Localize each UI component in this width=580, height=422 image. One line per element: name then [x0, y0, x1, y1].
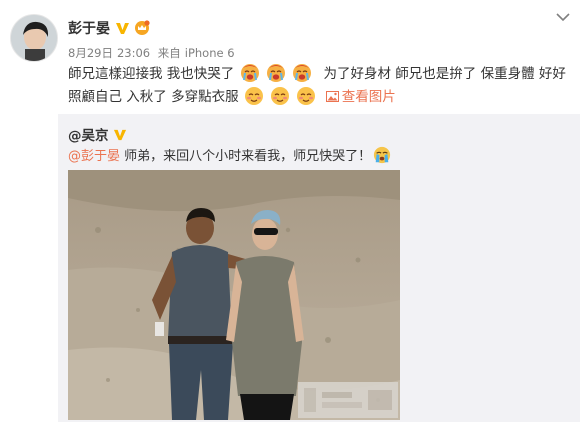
- author-row: 彭于晏: [68, 17, 150, 39]
- original-post-text: @彭于晏 师弟，来回八个小时来看我，师兄快哭了！: [68, 146, 391, 167]
- post-meta: 8月29日 23:06 来自 iPhone 6: [68, 45, 239, 61]
- post-text-segment: 为了好身材 師兄也是拚了 保重身體 好好: [323, 66, 566, 82]
- chevron-down-icon[interactable]: [556, 12, 570, 22]
- post-date[interactable]: 8月29日: [68, 46, 113, 60]
- verified-v-icon: [115, 21, 130, 36]
- post-text-line-1: 師兄這樣迎接我 我也快哭了 为了好身材 師兄也是拚了 保重身體 好好: [68, 63, 573, 86]
- crying-emoji-icon: [292, 63, 312, 83]
- view-picture-link[interactable]: 查看图片: [325, 89, 396, 105]
- verified-v-icon: [113, 127, 127, 141]
- vip-crown-icon[interactable]: [134, 20, 150, 36]
- author-name[interactable]: 彭于晏: [68, 18, 110, 38]
- repost-box: @吴京 @彭于晏 师弟，来回八个小时来看我，师兄快哭了！: [58, 114, 580, 422]
- post-text-line-2: 照顧自己 入秋了 多穿點衣服 查看图片: [68, 86, 573, 109]
- post-text: 師兄這樣迎接我 我也快哭了 为了好身材 師兄也是拚了 保重身體 好好 照顧自己 …: [68, 63, 573, 109]
- post-text-segment: 照顧自己 入秋了 多穿點衣服: [68, 89, 239, 105]
- post-text-segment: 師兄這樣迎接我 我也快哭了: [68, 66, 235, 82]
- blushing-emoji-icon: [270, 86, 290, 106]
- original-author-row: @吴京: [68, 124, 127, 144]
- avatar[interactable]: [10, 14, 58, 62]
- post-source[interactable]: iPhone 6: [185, 46, 235, 60]
- post-time[interactable]: 23:06: [117, 46, 150, 60]
- tears-emoji-icon: [373, 146, 391, 164]
- post-photo[interactable]: [68, 170, 400, 420]
- mention-link[interactable]: @彭于晏: [68, 149, 120, 164]
- picture-icon: [325, 91, 339, 102]
- source-prefix: 来自: [157, 46, 181, 60]
- view-picture-label: 查看图片: [341, 89, 396, 105]
- original-text-body: 师弟，来回八个小时来看我，师兄快哭了！: [120, 149, 372, 164]
- blushing-emoji-icon: [244, 86, 264, 106]
- original-author-name[interactable]: @吴京: [68, 124, 109, 144]
- weibo-post-card: 彭于晏 8月29日 23:06 来自 iPhone 6 師兄這樣迎接我 我也快哭了 …: [0, 0, 580, 422]
- crying-emoji-icon: [240, 63, 260, 83]
- crying-emoji-icon: [266, 63, 286, 83]
- blushing-emoji-icon: [296, 86, 316, 106]
